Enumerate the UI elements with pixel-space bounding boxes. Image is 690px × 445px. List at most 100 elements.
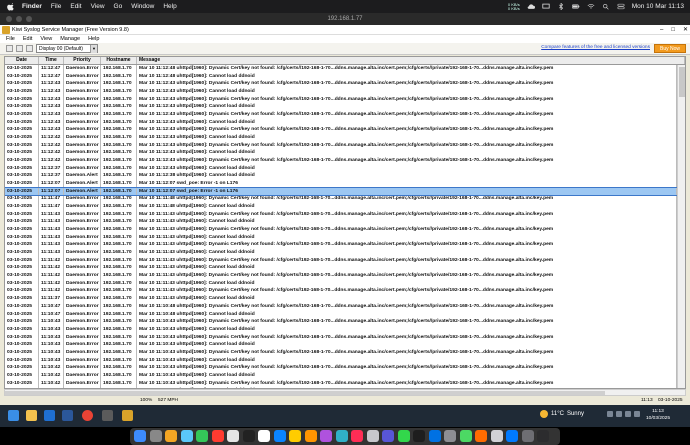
table-row[interactable]: 03-10-2025 11:11:43 Daemon.Error 192.168.1.… [5,233,677,242]
table-row[interactable]: 03-10-202511:10:42Daemon.Error192.168.1.… [5,371,677,380]
battery-icon[interactable] [571,3,580,10]
vertical-scroll-thumb[interactable] [679,67,685,97]
wifi-icon[interactable] [587,3,595,10]
table-row[interactable]: 03-10-2025 11:10:47 Daemon.Error 192.168.1.… [5,310,677,319]
dock-app-icon[interactable] [413,430,425,442]
table-row[interactable]: 03-10-2025 11:12:43 Daemon.Error 192.168.1.… [5,80,677,89]
dock-app-icon[interactable] [180,430,193,442]
windows-start-icon[interactable] [8,410,19,421]
app-window-icon[interactable] [102,410,113,421]
clear-display-button[interactable] [6,45,13,52]
weather-widget[interactable]: 11°C Sunny [540,410,584,418]
col-hostname[interactable]: Hostname [101,57,137,64]
tray-language-icon[interactable] [634,411,640,417]
col-time[interactable]: Time [39,57,64,64]
dock-app-icon[interactable] [273,430,286,442]
dock-app-icon[interactable] [165,430,177,442]
app-menu-file[interactable]: File [6,35,15,43]
table-row[interactable]: 03-10-2025 11:12:37 Daemon.Error 192.168.1.… [5,164,677,173]
buy-now-button[interactable]: Buy Now [654,44,686,53]
close-window-icon[interactable] [6,16,12,22]
menu-go[interactable]: Go [114,3,123,10]
app-menu-help[interactable]: Help [88,35,99,43]
display-select[interactable]: Display 00 (Default) ▼ [36,44,98,53]
table-row[interactable]: 03-10-2025 11:12:42 Daemon.Error 192.168.1.… [5,141,677,150]
cloud-icon[interactable] [527,3,535,10]
alert-button[interactable] [26,45,33,52]
dock-app-icon[interactable] [366,430,379,442]
menu-window[interactable]: Window [131,3,154,10]
dock-app-icon[interactable] [335,430,348,442]
vertical-scrollbar[interactable] [677,65,685,388]
dock-app-icon[interactable] [196,430,208,442]
table-row[interactable]: 03-10-2025 11:12:42 Daemon.Error 192.168.1.… [5,149,677,158]
menu-file[interactable]: File [51,3,61,10]
app-menu-edit[interactable]: Edit [23,35,32,43]
table-row[interactable]: 03-10-2025 11:12:07 Daemon.Alert 192.168.1.… [5,180,677,188]
table-row[interactable]: 03-10-2025 11:12:43 Daemon.Error 192.168.1.… [5,126,677,135]
table-row[interactable]: 03-10-2025 11:12:43 Daemon.Error 192.168.1.… [5,103,677,112]
dock-app-icon[interactable] [397,430,410,442]
table-row[interactable]: 03-10-2025 11:10:43 Daemon.Error 192.168.1.… [5,348,677,357]
dock-app-icon[interactable] [320,430,332,442]
dock-app-icon[interactable] [428,430,441,442]
dock-app-icon[interactable] [475,430,487,442]
table-row[interactable]: 03-10-2025 11:10:43 Daemon.Error 192.168.1.… [5,325,677,334]
table-row[interactable]: 03-10-2025 11:11:47 Daemon.Error 192.168.1.… [5,203,677,211]
col-date[interactable]: Date [5,57,39,64]
mac-clock[interactable]: Mon 10 Mar 11:13 [632,3,684,10]
network-speed[interactable]: 0 KB/s 0 KB/s [508,2,520,11]
table-row[interactable]: 03-10-2025 11:10:43 Daemon.Error 192.168.1.… [5,356,677,365]
table-row[interactable]: 03-10-2025 11:11:47 Daemon.Error 192.168.1.… [5,195,677,204]
table-row[interactable]: 03-10-2025 11:11:42 Daemon.Error 192.168.1.… [5,272,677,280]
compare-versions-link[interactable]: Compare features of the free and license… [541,45,650,50]
dock-app-icon[interactable] [149,430,162,442]
table-row[interactable]: 03-10-2025 11:12:47 Daemon.Error 192.168.1.… [5,72,677,81]
table-row[interactable]: 03-10-2025 11:12:43 Daemon.Error 192.168.1.… [5,95,677,104]
menu-edit[interactable]: Edit [70,3,81,10]
dock-app-icon[interactable] [521,430,534,442]
table-row[interactable]: 03-10-2025 11:10:47 Daemon.Error 192.168.1.… [5,302,677,311]
table-row[interactable]: 03-10-2025 11:12:47 Daemon.Error 192.168.1.… [5,65,677,73]
table-row[interactable]: 03-10-2025 11:11:42 Daemon.Error 192.168.1.… [5,287,677,296]
horizontal-scrollbar[interactable] [4,389,686,396]
table-row[interactable]: 03-10-2025 11:12:37 Daemon.Alert 192.168.1.… [5,172,677,181]
table-row[interactable]: 03-10-2025 11:12:43 Daemon.Error 192.168.1.… [5,88,677,96]
table-row[interactable]: 03-10-2025 11:11:42 Daemon.Error 192.168.1.… [5,256,677,265]
table-row[interactable]: 03-10-2025 11:12:07 Daemon.Alert 192.168.1.… [5,186,678,197]
horizontal-scroll-thumb[interactable] [5,391,605,395]
tray-network-icon[interactable] [616,411,622,417]
properties-button[interactable] [16,45,23,52]
chrome-icon[interactable] [82,410,93,421]
dock-app-icon[interactable] [506,430,518,442]
table-row[interactable]: 03-10-2025 11:11:43 Daemon.Error 192.168.1.… [5,218,677,227]
dock-app-icon[interactable] [304,430,317,442]
screen-mirror-icon[interactable] [542,3,550,10]
table-row[interactable]: 03-10-2025 11:11:37 Daemon.Error 192.168.1.… [5,295,677,303]
menu-view[interactable]: View [91,3,105,10]
col-message[interactable]: Message [137,57,685,64]
dock-app-icon[interactable] [289,430,301,442]
table-row[interactable]: 03-10-202511:10:42Daemon.Error192.168.1.… [5,379,677,388]
dock-app-icon[interactable] [444,430,456,442]
outlook-icon[interactable] [44,410,55,421]
table-row[interactable]: 03-10-2025 11:11:43 Daemon.Error 192.168.1.… [5,249,677,257]
spotlight-icon[interactable] [602,3,610,10]
table-row[interactable]: 03-10-2025 11:12:43 Daemon.Error 192.168.1.… [5,118,677,127]
syslog-grid[interactable]: Date Time Priority Hostname Message 03-1… [4,56,686,389]
tray-volume-icon[interactable] [625,411,631,417]
app-menu-view[interactable]: View [40,35,52,43]
menu-app-finder[interactable]: Finder [22,3,42,10]
dock-app-icon[interactable] [490,430,503,442]
dock-app-icon[interactable] [227,430,239,442]
maximize-icon[interactable]: □ [671,25,675,35]
table-row[interactable]: 03-10-2025 11:11:43 Daemon.Error 192.168.1.… [5,241,677,250]
bluetooth-icon[interactable] [557,3,565,10]
table-row[interactable]: 03-10-2025 11:11:42 Daemon.Error 192.168.1.… [5,264,677,273]
menu-help[interactable]: Help [163,3,176,10]
dock-app-icon[interactable] [258,430,270,442]
dock-app-icon[interactable] [459,430,472,442]
table-row[interactable]: 03-10-2025 11:12:43 Daemon.Error 192.168.1.… [5,111,677,119]
table-row[interactable]: 03-10-2025 11:11:42 Daemon.Error 192.168.1.… [5,279,677,288]
table-row[interactable]: 03-10-2025 11:11:43 Daemon.Error 192.168.1.… [5,210,677,219]
